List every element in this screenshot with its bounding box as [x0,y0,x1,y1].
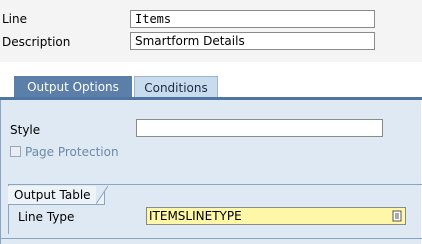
tab-conditions[interactable]: Conditions [134,76,218,98]
tabstrip: Output Options Conditions [0,76,422,98]
tab-output-options[interactable]: Output Options [14,76,132,98]
style-label: Style [10,123,41,137]
line-field[interactable]: Items [130,10,375,28]
panel-bottom-border [0,238,422,239]
page-protection-label: Page Protection [25,145,119,159]
value-help-icon[interactable] [392,210,402,222]
style-field[interactable] [136,119,383,137]
description-field[interactable]: Smartform Details [130,32,375,50]
line-type-field[interactable]: ITEMSLINETYPE [146,207,406,225]
line-type-value: ITEMSLINETYPE [149,209,242,223]
line-type-label: Line Type [18,210,75,224]
output-table-title: Output Table [14,188,91,202]
line-label: Line [2,12,28,26]
group-title-slant-icon [96,186,108,204]
description-label: Description [2,35,71,49]
page-protection-checkbox[interactable] [10,146,21,157]
